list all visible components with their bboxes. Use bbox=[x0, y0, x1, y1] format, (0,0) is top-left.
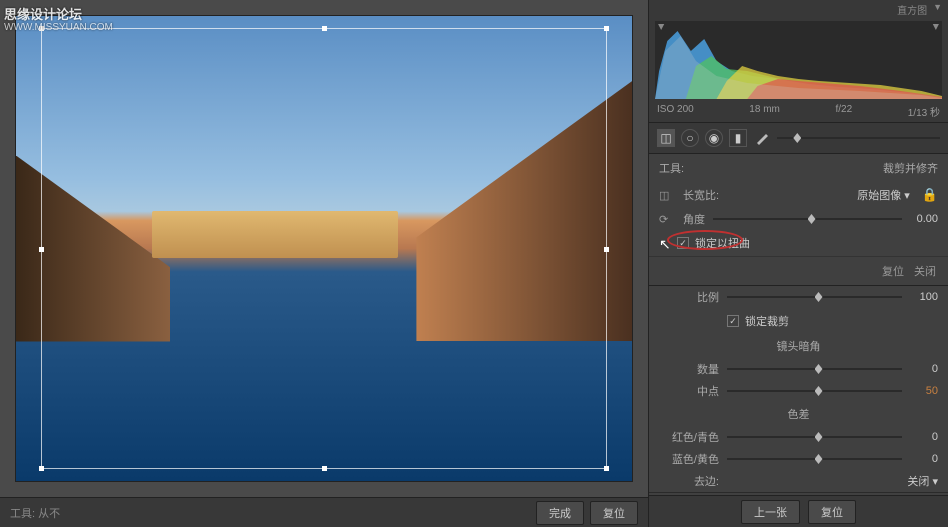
histogram-tab[interactable]: 直方图 bbox=[897, 2, 927, 17]
defringe-label: 去边: bbox=[659, 473, 719, 489]
lock-distort-label: 锁定以扭曲 bbox=[695, 235, 750, 251]
scale-row: 比例 100 bbox=[649, 286, 948, 308]
tool-strip: ◫ ○ ◉ ▮ bbox=[649, 123, 948, 154]
histogram-svg bbox=[655, 21, 942, 99]
angle-row: ⟳ 角度 0.00 bbox=[649, 208, 948, 230]
chroma-blue-label: 蓝色/黄色 bbox=[659, 451, 719, 467]
vig-amount-value: 0 bbox=[910, 363, 938, 375]
defringe-dropdown[interactable]: 关闭 ▾ bbox=[907, 473, 938, 489]
crop-tool-icon[interactable]: ◫ bbox=[657, 129, 675, 147]
tool-size-slider[interactable] bbox=[777, 137, 940, 139]
tool-current: 裁剪并修齐 bbox=[883, 160, 938, 176]
cursor-icon: ↖ bbox=[659, 236, 671, 253]
reset-button-canvas[interactable]: 复位 bbox=[590, 501, 638, 525]
chroma-blue-value: 0 bbox=[910, 453, 938, 465]
tool-label: 工具: bbox=[659, 160, 684, 176]
crop-handle-rm[interactable] bbox=[604, 247, 609, 252]
vig-mid-label: 中点 bbox=[659, 383, 719, 399]
done-button[interactable]: 完成 bbox=[536, 501, 584, 525]
angle-icon[interactable]: ⟳ bbox=[659, 213, 675, 226]
aspect-row: ◫ 长宽比: 原始图像 ▾ 🔒 bbox=[649, 182, 948, 208]
crop-handle-tr[interactable] bbox=[604, 26, 609, 31]
prev-button[interactable]: 上一张 bbox=[741, 500, 800, 524]
chroma-blue-row: 蓝色/黄色 0 bbox=[649, 448, 948, 470]
scale-label: 比例 bbox=[659, 289, 719, 305]
gradient-tool-icon[interactable]: ▮ bbox=[729, 129, 747, 147]
vig-mid-row: 中点 50 bbox=[649, 380, 948, 402]
crop-handle-lm[interactable] bbox=[39, 247, 44, 252]
canvas-footer: 工具: 从不 完成 复位 bbox=[0, 497, 648, 527]
vig-amount-row: 数量 0 bbox=[649, 358, 948, 380]
watermark-title: 思缘设计论坛 bbox=[4, 4, 82, 23]
panel-reset-button[interactable]: 复位 bbox=[808, 500, 856, 524]
spot-tool-icon[interactable]: ○ bbox=[681, 129, 699, 147]
crop-handle-tm[interactable] bbox=[322, 26, 327, 31]
hist-shutter: 1/13 秒 bbox=[908, 104, 940, 119]
footer-tool-info: 工具: 从不 bbox=[10, 505, 60, 521]
footer-tool-label: 工具: bbox=[10, 508, 35, 520]
brush-tool-icon[interactable] bbox=[753, 129, 771, 147]
hist-iso: ISO 200 bbox=[657, 104, 694, 119]
crop-handle-br[interactable] bbox=[604, 466, 609, 471]
crop-reset-link[interactable]: 复位 bbox=[882, 263, 904, 279]
chroma-red-row: 红色/青色 0 bbox=[649, 426, 948, 448]
crop-handle-bl[interactable] bbox=[39, 466, 44, 471]
chroma-blue-slider[interactable] bbox=[727, 452, 902, 466]
crop-actions: 复位 关闭 bbox=[649, 256, 948, 286]
aspect-icon[interactable]: ◫ bbox=[659, 189, 675, 202]
footer-tool-mode: 从不 bbox=[38, 508, 60, 520]
lock-distort-row: ↖ ✓ 锁定以扭曲 bbox=[649, 230, 948, 256]
redeye-tool-icon[interactable]: ◉ bbox=[705, 129, 723, 147]
histogram-section: 直方图 ▼ ISO 200 18 mm f/22 bbox=[649, 0, 948, 123]
lock-distort-checkbox[interactable]: ✓ bbox=[677, 237, 689, 249]
defringe-row: 去边: 关闭 ▾ bbox=[649, 470, 948, 492]
main-area: 思缘设计论坛 WWW.MISSYUAN.COM bbox=[0, 0, 948, 527]
chroma-red-slider[interactable] bbox=[727, 430, 902, 444]
crop-overlay[interactable] bbox=[41, 28, 607, 469]
panel-footer: 上一张 复位 bbox=[649, 495, 948, 527]
chroma-red-label: 红色/青色 bbox=[659, 429, 719, 445]
aspect-dropdown[interactable]: 原始图像 ▾ bbox=[857, 187, 910, 203]
chroma-red-value: 0 bbox=[910, 431, 938, 443]
vignette-header: 镜头暗角 bbox=[649, 334, 948, 358]
hist-focal: 18 mm bbox=[749, 104, 780, 119]
vig-mid-slider[interactable] bbox=[727, 384, 902, 398]
lock-crop-label: 锁定裁剪 bbox=[745, 313, 789, 329]
vig-mid-value: 50 bbox=[910, 385, 938, 397]
angle-value: 0.00 bbox=[910, 213, 938, 225]
app-root: 思缘设计论坛 WWW.MISSYUAN.COM bbox=[0, 0, 948, 527]
tool-name-row: 工具: 裁剪并修齐 bbox=[649, 154, 948, 182]
angle-slider[interactable] bbox=[713, 212, 902, 226]
aspect-label: 长宽比: bbox=[683, 187, 719, 203]
angle-label: 角度 bbox=[683, 211, 705, 227]
scale-value: 100 bbox=[910, 291, 938, 303]
crop-handle-bm[interactable] bbox=[322, 466, 327, 471]
histogram-collapse-icon[interactable]: ▼ bbox=[933, 2, 942, 17]
histogram-info: ISO 200 18 mm f/22 1/13 秒 bbox=[649, 101, 948, 122]
lock-crop-row: ✓ 锁定裁剪 bbox=[649, 308, 948, 334]
adjust-scroll: 比例 100 ✓ 锁定裁剪 镜头暗角 数量 0 中点 50 bbox=[649, 286, 948, 495]
hist-aperture: f/22 bbox=[835, 104, 852, 119]
image-preview[interactable] bbox=[15, 15, 633, 482]
lock-icon[interactable]: 🔒 bbox=[922, 187, 938, 203]
right-panel: 直方图 ▼ ISO 200 18 mm f/22 bbox=[648, 0, 948, 527]
vig-amount-label: 数量 bbox=[659, 361, 719, 377]
chroma-header: 色差 bbox=[649, 402, 948, 426]
lock-crop-checkbox[interactable]: ✓ bbox=[727, 315, 739, 327]
watermark-sub: WWW.MISSYUAN.COM bbox=[4, 22, 113, 33]
histogram-chart[interactable] bbox=[655, 21, 942, 99]
crop-close-link[interactable]: 关闭 bbox=[914, 263, 936, 279]
vig-amount-slider[interactable] bbox=[727, 362, 902, 376]
canvas-area: 思缘设计论坛 WWW.MISSYUAN.COM bbox=[0, 0, 648, 527]
scale-slider[interactable] bbox=[727, 290, 902, 304]
